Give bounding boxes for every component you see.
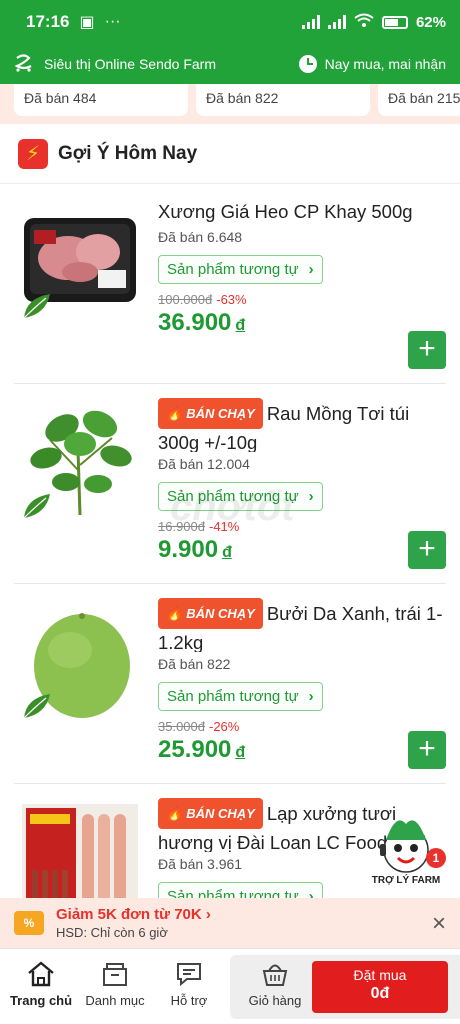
organic-leaf-icon: [20, 692, 54, 722]
sold-card[interactable]: Đã bán 484: [14, 84, 188, 116]
organic-leaf-icon: [20, 492, 54, 522]
add-to-cart-button[interactable]: +: [408, 531, 446, 569]
best-seller-badge: 🔥 BÁN CHẠY: [158, 398, 263, 429]
voucher-title: Giảm 5K đơn từ 70K ›: [56, 906, 211, 923]
product-image-sausage[interactable]: [20, 800, 140, 898]
similar-products-button[interactable]: Sản phẩm tương tự ›: [158, 882, 323, 898]
old-price: 100.000đ: [158, 292, 213, 307]
farm-assistant-button[interactable]: TRỢ LÝ FARM 1: [370, 810, 446, 886]
voucher-expiry: HSD: Chỉ còn 6 giờ: [56, 925, 168, 940]
nav-home[interactable]: Trang chủ: [6, 959, 76, 1008]
more-notifications-icon: ···: [104, 13, 121, 30]
product-card[interactable]: Xương Giá Heo CP Khay 500g Đã bán 6.648 …: [14, 184, 446, 384]
product-name[interactable]: Xương Giá Heo CP Khay 500g: [158, 198, 446, 225]
discount-percent: -26%: [209, 719, 240, 734]
fire-icon: 🔥: [166, 806, 183, 821]
home-icon: [6, 959, 76, 989]
gallery-icon: ▣: [79, 14, 95, 31]
basket-icon: [240, 959, 310, 989]
nav-cart-label: Giỏ hàng: [248, 993, 302, 1008]
signal-icon: [301, 15, 320, 29]
product-sold-count: Đã bán 6.648: [158, 229, 243, 245]
bottom-navigation: Trang chủ Danh mục Hỗ trợ Giỏ hàng Đặt m…: [0, 948, 460, 1024]
signal-2-icon: [327, 15, 346, 29]
order-label: Đặt mua: [353, 967, 407, 983]
similar-products-button[interactable]: Sản phẩm tương tự ›: [158, 682, 323, 711]
sold-card[interactable]: Đã bán 822: [196, 84, 370, 116]
lightning-icon: ⚡: [18, 138, 48, 169]
nav-categories[interactable]: Danh mục: [80, 959, 150, 1008]
chevron-right-icon: ›: [308, 688, 314, 705]
add-to-cart-button[interactable]: +: [408, 731, 446, 769]
chevron-right-icon: ›: [205, 906, 211, 923]
chevron-right-icon: ›: [308, 488, 314, 505]
best-seller-badge: 🔥 BÁN CHẠY: [158, 598, 263, 629]
organic-leaf-icon: [20, 292, 54, 322]
product-price: 25.900 đ: [158, 736, 246, 763]
wifi-icon: [354, 13, 374, 32]
store-header: Siêu thị Online Sendo Farm Nay mua, mai …: [0, 44, 460, 84]
similar-products-button[interactable]: Sản phẩm tương tự ›: [158, 255, 323, 284]
chevron-right-icon: ›: [308, 888, 314, 898]
clock-icon: [298, 55, 317, 73]
status-bar: 17:16 ▣ ··· 62%: [0, 0, 460, 44]
fire-icon: 🔥: [166, 606, 183, 621]
store-name[interactable]: Siêu thị Online Sendo Farm: [44, 56, 216, 72]
delivery-truck-icon: [14, 53, 34, 75]
fire-icon: 🔥: [166, 406, 183, 421]
sold-count: Đã bán 215: [388, 90, 460, 106]
add-to-cart-button[interactable]: +: [408, 331, 446, 369]
best-seller-badge: 🔥 BÁN CHẠY: [158, 798, 263, 829]
old-price-row: 35.000đ -26%: [158, 719, 446, 734]
battery-icon: [381, 15, 408, 29]
sold-count: Đã bán 484: [24, 90, 97, 106]
nav-cart[interactable]: Giỏ hàng: [240, 959, 310, 1008]
delivery-note: Nay mua, mai nhận: [324, 56, 446, 72]
voucher-banner[interactable]: % Giảm 5K đơn từ 70K › HSD: Chỉ còn 6 gi…: [0, 898, 460, 948]
voucher-icon: %: [14, 911, 44, 935]
status-time: 17:16: [26, 12, 70, 31]
product-name[interactable]: 🔥 BÁN CHẠY Bưởi Da Xanh, trái 1-1.2kg: [158, 598, 446, 652]
product-price: 9.900 đ: [158, 536, 232, 563]
notification-badge: 1: [426, 848, 446, 868]
product-name[interactable]: 🔥 BÁN CHẠY Rau Mồng Tơi túi 300g +/-10g: [158, 398, 446, 452]
product-sold-count: Đã bán 822: [158, 656, 231, 672]
place-order-button[interactable]: Đặt mua 0đ: [312, 961, 448, 1013]
nav-support[interactable]: Hỗ trợ: [154, 959, 224, 1008]
section-header: ⚡ Gợi Ý Hôm Nay: [0, 124, 460, 184]
battery-level: 62%: [415, 13, 446, 31]
product-card[interactable]: 🔥 BÁN CHẠY Bưởi Da Xanh, trái 1-1.2kg Đã b…: [14, 584, 446, 784]
product-card[interactable]: 🔥 BÁN CHẠY Rau Mồng Tơi túi 300g +/-10g Đã…: [14, 384, 446, 584]
sold-card[interactable]: Đã bán 215: [378, 84, 460, 116]
nav-categories-label: Danh mục: [85, 993, 145, 1008]
product-list: Xương Giá Heo CP Khay 500g Đã bán 6.648 …: [0, 184, 460, 898]
sold-strip: Đã bán 484 Đã bán 822 Đã bán 215: [0, 84, 460, 124]
close-icon[interactable]: ×: [432, 910, 446, 938]
nav-home-label: Trang chủ: [9, 993, 73, 1008]
categories-icon: [80, 959, 150, 989]
nav-support-label: Hỗ trợ: [170, 993, 208, 1008]
sold-count: Đã bán 822: [206, 90, 279, 106]
old-price-row: 100.000đ -63%: [158, 292, 446, 307]
chevron-right-icon: ›: [308, 261, 314, 278]
order-total: 0đ: [370, 985, 390, 1002]
watermark: chợtốt: [170, 485, 295, 529]
discount-percent: -63%: [216, 292, 247, 307]
chat-icon: [154, 959, 224, 989]
assistant-label: TRỢ LÝ FARM: [371, 875, 441, 886]
product-sold-count: Đã bán 12.004: [158, 456, 250, 472]
product-price: 36.900 đ: [158, 309, 246, 336]
section-title: Gợi Ý Hôm Nay: [58, 142, 198, 164]
old-price: 35.000đ: [158, 719, 205, 734]
